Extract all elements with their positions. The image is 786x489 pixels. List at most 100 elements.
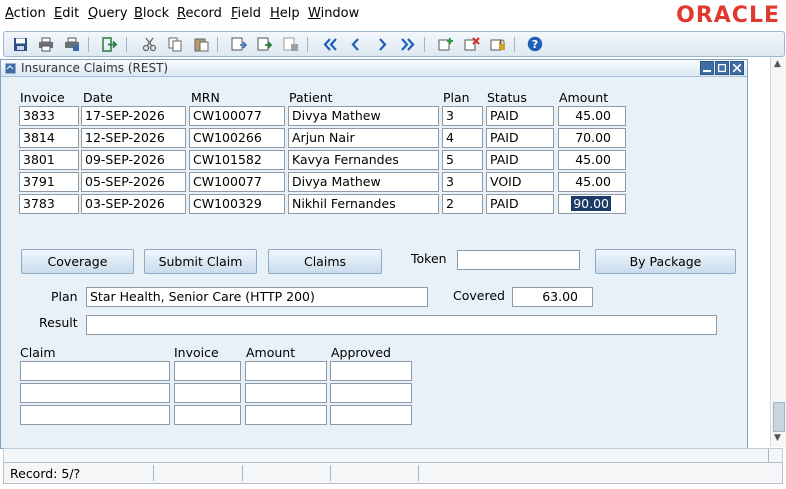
- save-icon[interactable]: [12, 36, 28, 52]
- copy-icon[interactable]: [167, 36, 183, 52]
- mrn-field[interactable]: CW100077: [189, 172, 285, 192]
- previous-record-icon[interactable]: [348, 36, 364, 52]
- covered-field[interactable]: 63.00: [512, 287, 593, 307]
- cut-icon[interactable]: [141, 36, 157, 52]
- invoice-field[interactable]: 3814: [19, 128, 79, 148]
- vertical-scrollbar[interactable]: ▲ ▼: [770, 57, 786, 447]
- claims-button[interactable]: Claims: [268, 249, 382, 274]
- header-plan: Plan: [443, 90, 470, 105]
- scroll-up-icon[interactable]: ▲: [774, 59, 781, 69]
- print-icon[interactable]: [38, 36, 54, 52]
- menu-edit[interactable]: Edit: [54, 6, 79, 21]
- menu-bar: Action Edit Query Block Record Field Hel…: [0, 0, 786, 29]
- plan-display-field[interactable]: Star Health, Senior Care (HTTP 200): [86, 287, 428, 307]
- status-field[interactable]: PAID: [486, 106, 554, 126]
- status-field[interactable]: VOID: [486, 172, 554, 192]
- date-field[interactable]: 05-SEP-2026: [81, 172, 186, 192]
- last-record-icon[interactable]: [400, 36, 416, 52]
- form-icon: [5, 63, 16, 74]
- paste-icon[interactable]: [193, 36, 209, 52]
- save-record-icon[interactable]: [257, 36, 273, 52]
- menu-field[interactable]: Field: [231, 6, 261, 21]
- amount-field[interactable]: 45.00: [558, 106, 626, 126]
- insert-record-icon[interactable]: [438, 36, 454, 52]
- claim-invoice-field[interactable]: [174, 405, 241, 425]
- plan-field[interactable]: 2: [442, 194, 483, 214]
- menu-help[interactable]: Help: [270, 6, 300, 21]
- scroll-down-icon[interactable]: ▼: [774, 433, 781, 443]
- header-status: Status: [487, 90, 527, 105]
- menu-block[interactable]: Block: [134, 6, 169, 21]
- amount-field-selected[interactable]: 90.00: [558, 194, 626, 214]
- claim-field[interactable]: [20, 361, 170, 381]
- patient-field[interactable]: Divya Mathew: [288, 172, 439, 192]
- menu-action[interactable]: Action: [5, 6, 46, 21]
- result-field[interactable]: [86, 315, 717, 335]
- claim-amount-field[interactable]: [245, 405, 327, 425]
- mrn-field[interactable]: CW101582: [189, 150, 285, 170]
- covered-label: Covered: [453, 288, 505, 303]
- submit-claim-button[interactable]: Submit Claim: [144, 249, 257, 274]
- claim-amount-field[interactable]: [245, 383, 327, 403]
- by-package-button[interactable]: By Package: [595, 249, 736, 274]
- patient-field[interactable]: Kavya Fernandes: [288, 150, 439, 170]
- invoice-field[interactable]: 3783: [19, 194, 79, 214]
- claim-amount-field[interactable]: [245, 361, 327, 381]
- plan-field[interactable]: 3: [442, 106, 483, 126]
- date-field[interactable]: 09-SEP-2026: [81, 150, 186, 170]
- invoice-field[interactable]: 3791: [19, 172, 79, 192]
- invoice-field[interactable]: 3833: [19, 106, 79, 126]
- close-icon[interactable]: [730, 61, 744, 75]
- print-setup-icon[interactable]: [64, 36, 80, 52]
- claim-approved-field[interactable]: [330, 383, 412, 403]
- date-field[interactable]: 12-SEP-2026: [81, 128, 186, 148]
- header-invoice: Invoice: [20, 90, 65, 105]
- status-bar: Record: 5/?: [3, 462, 783, 484]
- claim-field[interactable]: [20, 405, 170, 425]
- menu-query[interactable]: Query: [88, 6, 128, 21]
- claim-approved-field[interactable]: [330, 405, 412, 425]
- status-field[interactable]: PAID: [486, 128, 554, 148]
- plan-field[interactable]: 5: [442, 150, 483, 170]
- mrn-field[interactable]: CW100077: [189, 106, 285, 126]
- amount-field[interactable]: 45.00: [558, 172, 626, 192]
- claim-invoice-field[interactable]: [174, 361, 241, 381]
- menu-window[interactable]: Window: [308, 6, 359, 21]
- menu-record[interactable]: Record: [177, 6, 222, 21]
- mrn-field[interactable]: CW100329: [189, 194, 285, 214]
- coverage-button[interactable]: Coverage: [21, 249, 134, 274]
- header-patient: Patient: [289, 90, 333, 105]
- status-field[interactable]: PAID: [486, 150, 554, 170]
- amount-field[interactable]: 45.00: [558, 150, 626, 170]
- date-field[interactable]: 03-SEP-2026: [81, 194, 186, 214]
- claim-invoice-field[interactable]: [174, 383, 241, 403]
- plan-field[interactable]: 3: [442, 172, 483, 192]
- mrn-field[interactable]: CW100266: [189, 128, 285, 148]
- delete-record-icon[interactable]: [464, 36, 480, 52]
- claim-field[interactable]: [20, 383, 170, 403]
- lock-icon[interactable]: [490, 36, 506, 52]
- exit-icon[interactable]: [102, 36, 118, 52]
- patient-field[interactable]: Arjun Nair: [288, 128, 439, 148]
- toolbar: ?: [3, 31, 785, 57]
- plan-label: Plan: [51, 289, 78, 304]
- claims-header-approved: Approved: [331, 345, 391, 360]
- scroll-thumb[interactable]: [773, 402, 785, 432]
- maximize-icon[interactable]: [715, 61, 729, 75]
- patient-field[interactable]: Divya Mathew: [288, 106, 439, 126]
- clear-record-icon[interactable]: [231, 36, 247, 52]
- claim-approved-field[interactable]: [330, 361, 412, 381]
- first-record-icon[interactable]: [322, 36, 338, 52]
- amount-field[interactable]: 70.00: [558, 128, 626, 148]
- lock-record-icon[interactable]: [283, 36, 299, 52]
- minimize-icon[interactable]: [700, 61, 714, 75]
- plan-field[interactable]: 4: [442, 128, 483, 148]
- invoice-field[interactable]: 3801: [19, 150, 79, 170]
- header-mrn: MRN: [191, 90, 220, 105]
- patient-field[interactable]: Nikhil Fernandes: [288, 194, 439, 214]
- status-field[interactable]: PAID: [486, 194, 554, 214]
- help-icon[interactable]: ?: [527, 36, 543, 52]
- token-input[interactable]: [457, 250, 580, 270]
- next-record-icon[interactable]: [374, 36, 390, 52]
- date-field[interactable]: 17-SEP-2026: [81, 106, 186, 126]
